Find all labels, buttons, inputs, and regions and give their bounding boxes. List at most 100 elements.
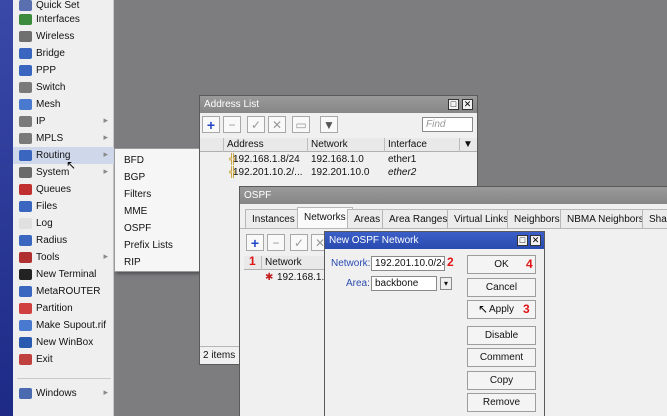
cell-network: 192.168.1.0 bbox=[311, 154, 364, 165]
menu-item-switch[interactable]: Switch bbox=[13, 79, 114, 96]
menu-item-partition[interactable]: Partition bbox=[13, 300, 114, 317]
menu-item-bridge[interactable]: Bridge bbox=[13, 45, 114, 62]
menu-item-interfaces[interactable]: Interfaces bbox=[13, 11, 114, 28]
column-header-network[interactable]: Network bbox=[262, 256, 326, 270]
table-row[interactable]: ✱ 192.168.1.0 bbox=[244, 271, 326, 284]
ospf-titlebar[interactable]: OSPF bbox=[240, 187, 667, 204]
submenu-item-bfd[interactable]: BFD bbox=[124, 152, 144, 169]
column-header-address[interactable]: Address bbox=[224, 138, 308, 152]
mpls-icon bbox=[19, 133, 32, 144]
menu-item-label: New WinBox bbox=[36, 337, 94, 348]
menu-item-label: Mesh bbox=[36, 99, 61, 110]
menu-item-label: Files bbox=[36, 201, 58, 212]
menu-item-radius[interactable]: Radius bbox=[13, 232, 114, 249]
table-row[interactable]: ╬ 192.201.10.2/... 192.201.10.0 ether2 bbox=[200, 166, 477, 179]
remove-button[interactable]: − bbox=[267, 234, 285, 251]
menu-item-new-terminal[interactable]: New Terminal bbox=[13, 266, 114, 283]
enable-button[interactable]: ✓ bbox=[290, 234, 308, 251]
partition-icon bbox=[19, 303, 32, 314]
system-icon bbox=[19, 167, 32, 178]
close-icon[interactable]: ✕ bbox=[530, 235, 541, 246]
menu-item-windows[interactable]: Windows ▸ bbox=[13, 385, 114, 402]
tab-nbma-neighbors[interactable]: NBMA Neighbors bbox=[560, 209, 651, 228]
menu-item-label: Interfaces bbox=[36, 14, 80, 25]
menu-item-wireless[interactable]: Wireless bbox=[13, 28, 114, 45]
network-input[interactable]: 192.201.10.0/24 bbox=[371, 256, 445, 271]
menu-item-exit[interactable]: Exit bbox=[13, 351, 114, 368]
add-button[interactable]: + bbox=[246, 234, 264, 251]
menu-item-tools[interactable]: Tools ▸ bbox=[13, 249, 114, 266]
area-select[interactable]: backbone bbox=[371, 276, 437, 291]
menu-item-routing[interactable]: Routing ▸ bbox=[13, 147, 114, 164]
menu-item-label: Log bbox=[36, 218, 53, 229]
submenu-arrow-icon: ▸ bbox=[103, 149, 108, 159]
network-label: Network: bbox=[331, 258, 371, 269]
address-list-titlebar[interactable]: Address List □ ✕ bbox=[200, 96, 477, 113]
main-menu: Quick Set Interfaces Wireless Bridge PPP Swit… bbox=[13, 0, 114, 416]
menu-item-label: Exit bbox=[36, 354, 53, 365]
menu-item-queues[interactable]: Queues bbox=[13, 181, 114, 198]
submenu-item-filters[interactable]: Filters bbox=[124, 186, 151, 203]
menu-item-ppp[interactable]: PPP bbox=[13, 62, 114, 79]
cell-network: 192.168.1.0 bbox=[277, 272, 326, 283]
ip-icon bbox=[19, 116, 32, 127]
column-header-interface[interactable]: Interface bbox=[385, 138, 460, 152]
tab-neighbors[interactable]: Neighbors bbox=[507, 209, 567, 228]
submenu-item-prefix-lists[interactable]: Prefix Lists bbox=[124, 237, 173, 254]
cancel-button[interactable]: Cancel bbox=[467, 278, 536, 297]
find-input[interactable]: Find bbox=[422, 117, 473, 132]
menu-item-files[interactable]: Files bbox=[13, 198, 114, 215]
dialog-titlebar[interactable]: New OSPF Network □ ✕ bbox=[325, 232, 544, 249]
menu-item-mpls[interactable]: MPLS ▸ bbox=[13, 130, 114, 147]
comment-button[interactable]: ▭ bbox=[292, 116, 310, 133]
add-button[interactable]: + bbox=[202, 116, 220, 133]
table-row[interactable]: ╬ 192.168.1.8/24 192.168.1.0 ether1 bbox=[200, 153, 477, 166]
dialog-title: New OSPF Network bbox=[329, 235, 419, 246]
close-icon[interactable]: ✕ bbox=[462, 99, 473, 110]
winbox-icon bbox=[19, 337, 32, 348]
annotation-marker-1: 1 bbox=[249, 254, 256, 268]
mouse-cursor: ↖ bbox=[478, 302, 489, 316]
filter-icon[interactable]: ▼ bbox=[320, 116, 338, 133]
menu-item-metarouter[interactable]: MetaROUTER bbox=[13, 283, 114, 300]
menu-item-label: New Terminal bbox=[36, 269, 97, 280]
menu-item-label: Wireless bbox=[36, 31, 75, 42]
tab-area-ranges[interactable]: Area Ranges bbox=[382, 209, 455, 228]
interfaces-icon bbox=[19, 14, 32, 25]
comment-button[interactable]: Comment bbox=[467, 348, 536, 367]
remove-button[interactable]: Remove bbox=[467, 393, 536, 412]
tab-sham[interactable]: Sham bbox=[642, 209, 667, 228]
submenu-item-bgp[interactable]: BGP bbox=[124, 169, 145, 186]
menu-item-label: Radius bbox=[36, 235, 68, 246]
brand-strip bbox=[0, 0, 13, 416]
column-header-network[interactable]: Network bbox=[308, 138, 385, 152]
maximize-icon[interactable]: □ bbox=[448, 99, 459, 110]
remove-button[interactable]: − bbox=[223, 116, 241, 133]
column-menu-icon[interactable]: ▼ bbox=[460, 138, 477, 152]
windows-icon bbox=[19, 388, 32, 399]
menu-item-label: IP bbox=[36, 116, 46, 127]
submenu-item-ospf[interactable]: OSPF bbox=[124, 220, 151, 237]
submenu-item-rip[interactable]: RIP bbox=[124, 254, 141, 271]
menu-item-log[interactable]: Log bbox=[13, 215, 114, 232]
area-dropdown-icon[interactable]: ▾ bbox=[440, 277, 452, 290]
maximize-icon[interactable]: □ bbox=[517, 235, 528, 246]
menu-item-ip[interactable]: IP ▸ bbox=[13, 113, 114, 130]
tab-instances[interactable]: Instances bbox=[245, 209, 302, 228]
wireless-icon bbox=[19, 31, 32, 42]
menu-divider bbox=[17, 378, 111, 379]
disable-button[interactable]: ✕ bbox=[268, 116, 286, 133]
menu-item-new-winbox[interactable]: New WinBox bbox=[13, 334, 114, 351]
menu-item-system[interactable]: System ▸ bbox=[13, 164, 114, 181]
submenu-item-mme[interactable]: MME bbox=[124, 203, 147, 220]
menu-item-label: Partition bbox=[36, 303, 73, 314]
tab-virtual-links[interactable]: Virtual Links bbox=[447, 209, 516, 228]
disable-button[interactable]: Disable bbox=[467, 326, 536, 345]
files-icon bbox=[19, 201, 32, 212]
menu-item-make-supout-rif[interactable]: Make Supout.rif bbox=[13, 317, 114, 334]
tab-networks[interactable]: Networks bbox=[297, 207, 353, 229]
cell-interface: ether1 bbox=[388, 154, 417, 165]
menu-item-mesh[interactable]: Mesh bbox=[13, 96, 114, 113]
enable-button[interactable]: ✓ bbox=[247, 116, 265, 133]
copy-button[interactable]: Copy bbox=[467, 371, 536, 390]
